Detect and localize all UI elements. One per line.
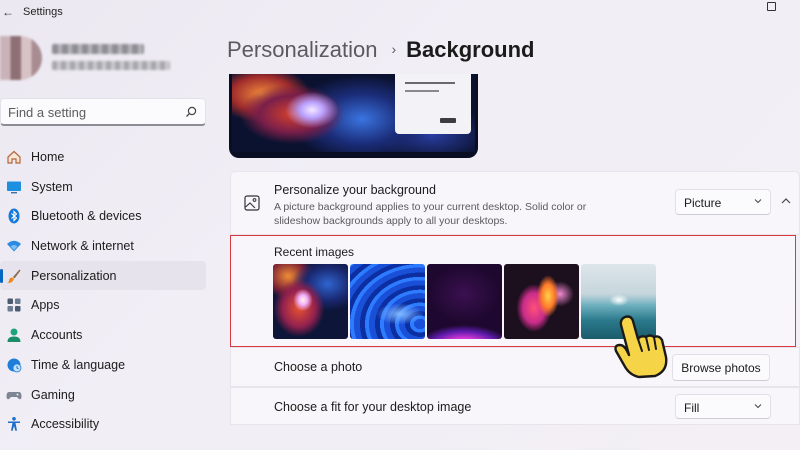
picture-icon <box>244 195 260 211</box>
controller-icon <box>6 391 22 399</box>
recent-images-section: Recent images <box>230 235 796 347</box>
sidebar-item-gaming[interactable]: Gaming <box>0 380 206 410</box>
person-icon <box>7 328 21 343</box>
chevron-up-icon[interactable] <box>779 194 793 208</box>
card-description: A picture background applies to your cur… <box>274 201 587 227</box>
search-input[interactable]: Find a setting <box>0 98 206 126</box>
app-title: Settings <box>23 6 63 18</box>
choose-fit-label: Choose a fit for your desktop image <box>274 400 472 414</box>
chevron-down-icon <box>754 199 762 204</box>
card-title: Personalize your background <box>274 183 436 197</box>
recent-image-thumbnail[interactable] <box>427 264 502 339</box>
sidebar-item-accessibility[interactable]: Accessibility <box>0 409 206 439</box>
brush-icon <box>7 269 21 283</box>
recent-image-thumbnail[interactable] <box>504 264 579 339</box>
breadcrumb-separator: › <box>391 41 397 57</box>
search-icon <box>186 106 197 117</box>
sidebar-item-label: System <box>31 179 73 194</box>
sidebar-item-label: Accounts <box>31 328 83 343</box>
sidebar-item-label: Apps <box>31 298 60 313</box>
apps-icon <box>7 298 21 312</box>
sidebar-item-label: Gaming <box>31 387 75 402</box>
sidebar-item-home[interactable]: Home <box>0 142 206 172</box>
home-icon <box>7 150 21 164</box>
maximize-button[interactable] <box>767 2 776 11</box>
profile-email-blurred <box>52 61 170 70</box>
sidebar-item-system[interactable]: System <box>0 172 206 202</box>
page-title: Background <box>406 37 535 62</box>
sidebar-item-personalization[interactable]: Personalization <box>0 260 206 291</box>
choose-fit-row: Choose a fit for your desktop image Fill <box>230 387 800 425</box>
desktop-preview <box>229 74 478 158</box>
choose-photo-label: Choose a photo <box>274 360 363 374</box>
background-type-dropdown[interactable]: Picture <box>675 189 771 215</box>
pointing-hand-icon <box>614 315 668 379</box>
recent-images-label: Recent images <box>274 245 355 259</box>
globe-clock-icon <box>7 358 22 373</box>
search-placeholder: Find a setting <box>8 105 87 120</box>
sidebar-item-time-language[interactable]: Time & language <box>0 350 206 380</box>
browse-photos-button[interactable]: Browse photos <box>672 354 770 381</box>
recent-image-thumbnail[interactable] <box>273 264 348 339</box>
sidebar-nav: Home System Bluetooth & devices Network … <box>0 142 206 439</box>
avatar <box>0 36 42 80</box>
profile-name-blurred <box>52 44 144 54</box>
sidebar-item-accounts[interactable]: Accounts <box>0 320 206 350</box>
monitor-icon <box>7 181 21 194</box>
dropdown-value: Picture <box>684 196 722 210</box>
sidebar-item-apps[interactable]: Apps <box>0 290 206 320</box>
sidebar-item-label: Personalization <box>31 268 117 283</box>
user-profile[interactable] <box>0 36 210 84</box>
sidebar-item-label: Bluetooth & devices <box>31 209 142 224</box>
sidebar-item-label: Time & language <box>31 357 126 372</box>
fit-dropdown[interactable]: Fill <box>675 394 771 419</box>
choose-photo-row: Choose a photo Browse photos <box>230 347 800 387</box>
accessibility-icon <box>8 417 20 432</box>
breadcrumb: Personalization › Background <box>227 37 534 63</box>
personalize-background-card: Personalize your background A picture ba… <box>230 171 800 235</box>
sidebar-item-label: Accessibility <box>31 417 100 432</box>
wifi-icon <box>7 240 21 252</box>
sidebar-item-bluetooth[interactable]: Bluetooth & devices <box>0 201 206 231</box>
recent-image-thumbnail[interactable] <box>350 264 425 339</box>
bluetooth-icon <box>8 208 20 224</box>
title-bar: ← Settings <box>0 0 800 26</box>
chevron-down-icon <box>754 404 762 409</box>
breadcrumb-parent[interactable]: Personalization <box>227 37 377 62</box>
dropdown-value: Fill <box>684 401 700 415</box>
sidebar-item-label: Network & internet <box>31 239 134 254</box>
back-arrow-icon[interactable]: ← <box>0 4 16 20</box>
sidebar-item-label: Home <box>31 150 65 164</box>
sidebar-item-network[interactable]: Network & internet <box>0 231 206 261</box>
preview-window-mock <box>395 74 471 134</box>
